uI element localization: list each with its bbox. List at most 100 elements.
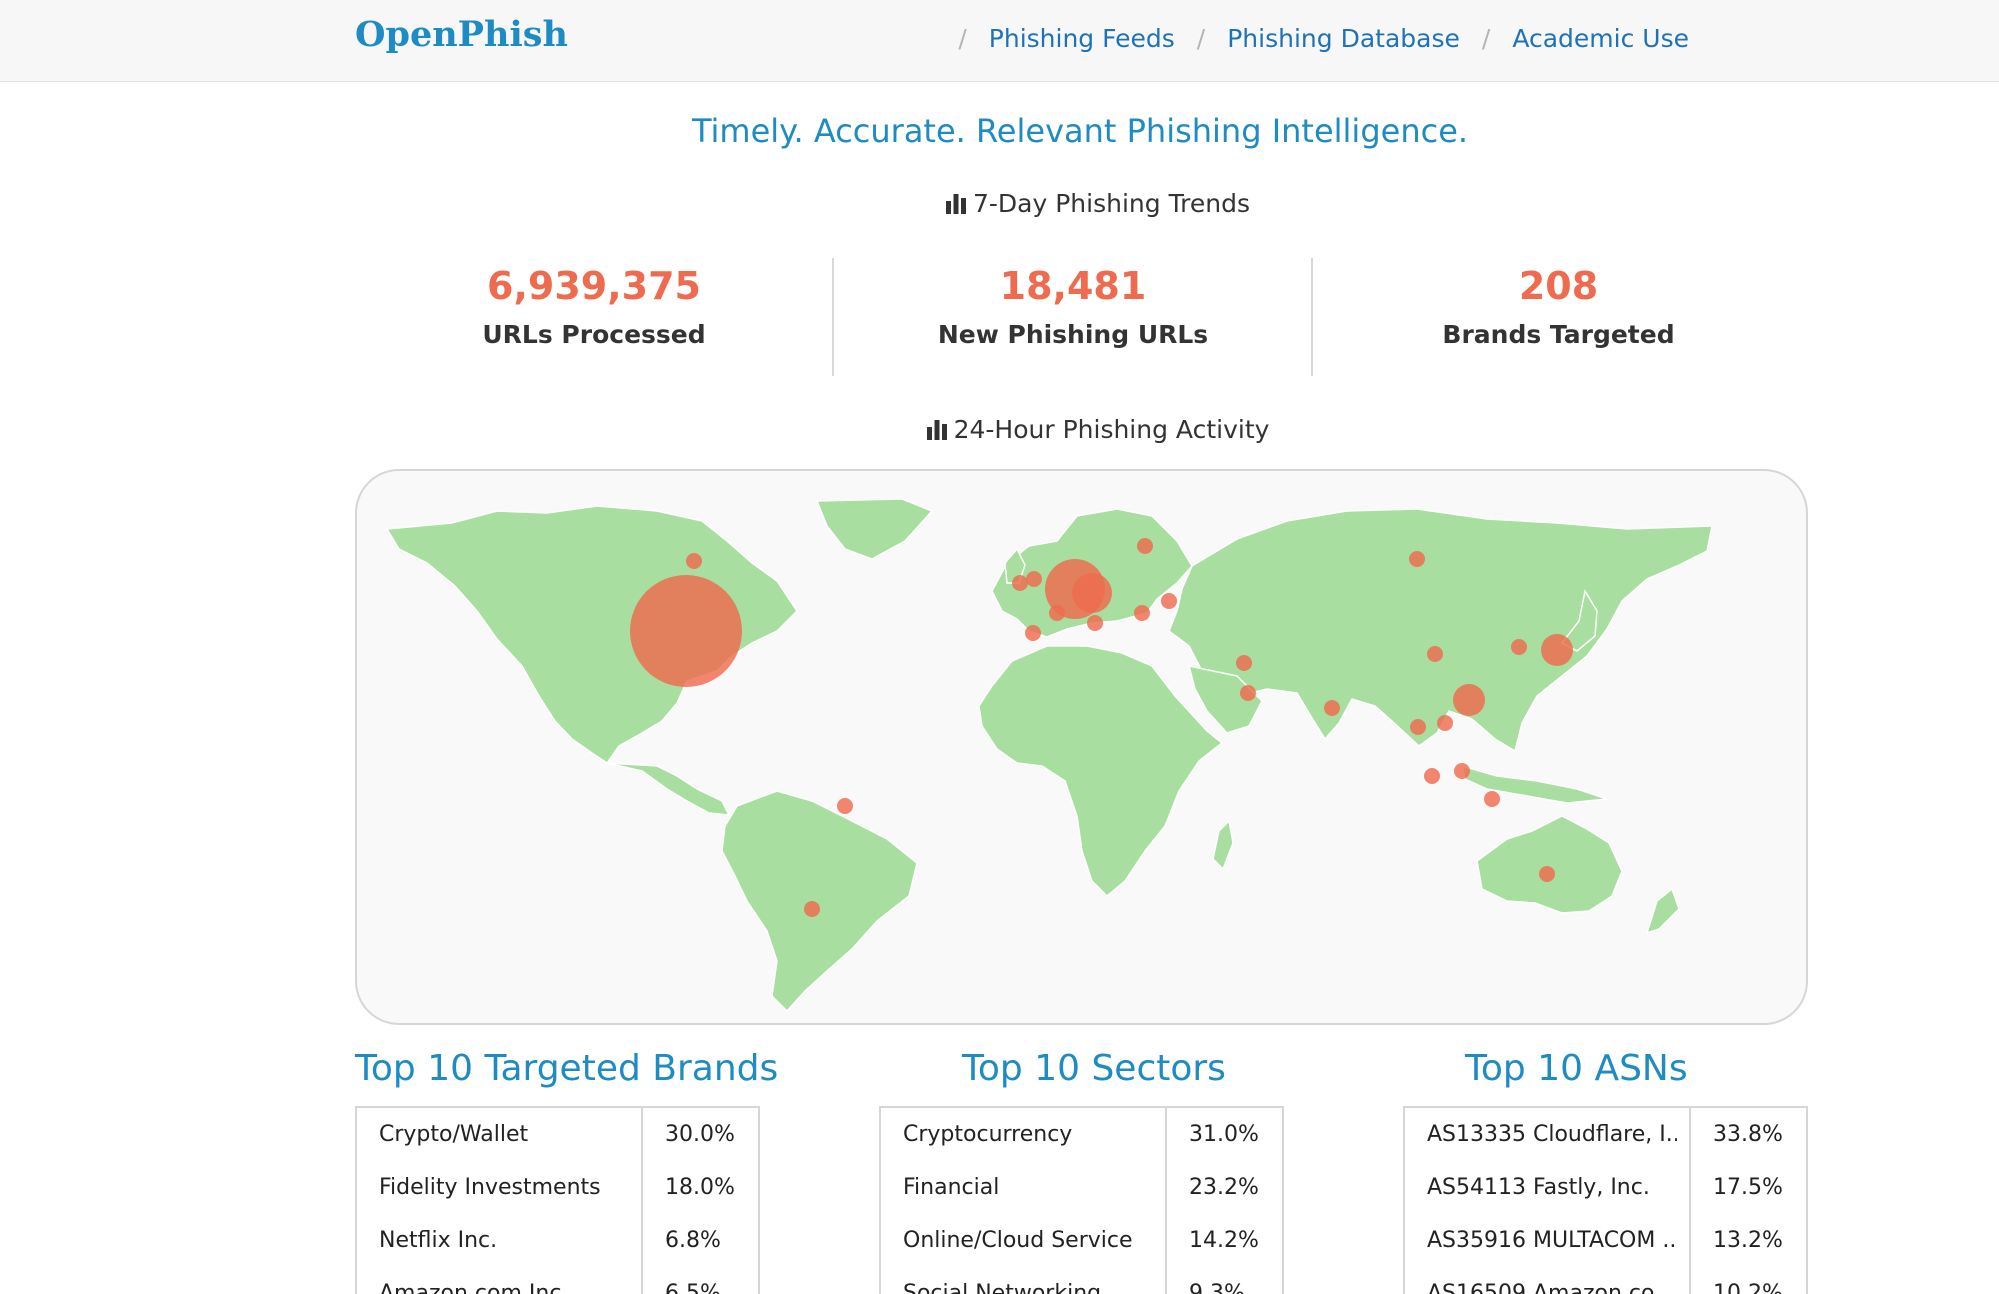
marker-north-america-large — [630, 575, 742, 687]
table-row: AS54113 Fastly, Inc. 17.5% — [1405, 1161, 1806, 1214]
brand-percent: 6.8% — [665, 1228, 721, 1253]
marker-singapore — [1424, 768, 1440, 784]
marker-china — [1427, 646, 1443, 662]
asn-percent: 13.2% — [1713, 1228, 1783, 1253]
trends-heading: 7-Day Phishing Trends — [0, 189, 1999, 218]
marker-india — [1324, 700, 1340, 716]
brand-percent: 30.0% — [665, 1122, 735, 1147]
nav-separator: / — [1196, 23, 1206, 53]
marker-europe-central — [1072, 573, 1112, 613]
marker-italy — [1087, 615, 1103, 631]
phishing-activity-map[interactable] — [355, 469, 1808, 1025]
sector-percent: 31.0% — [1189, 1122, 1259, 1147]
nav-breadcrumb: / Phishing Feeds / Phishing Database / A… — [936, 18, 1689, 58]
stat-new-phishing-urls: 18,481 New Phishing URLs — [834, 258, 1312, 376]
brand-percent: 18.0% — [665, 1175, 735, 1200]
asn-percent: 17.5% — [1713, 1175, 1783, 1200]
sectors-list-title: Top 10 Sectors — [962, 1048, 1226, 1089]
table-row: AS35916 MULTACOM ... 13.2% — [1405, 1214, 1806, 1267]
land-australia — [1476, 815, 1623, 914]
nav-link-phishing-database[interactable]: Phishing Database — [1227, 24, 1460, 53]
asns-list-title: Top 10 ASNs — [1465, 1048, 1688, 1089]
asn-name: AS35916 MULTACOM ... — [1427, 1228, 1677, 1253]
marker-eastern-europe — [1161, 593, 1177, 609]
marker-turkey — [1134, 605, 1150, 621]
marker-south-america — [837, 798, 853, 814]
land-greenland — [815, 498, 934, 560]
table-row: Financial 23.2% — [881, 1161, 1282, 1214]
marker-thailand — [1410, 719, 1426, 735]
marker-uk — [1012, 575, 1028, 591]
marker-canada — [686, 553, 702, 569]
stat-label: Brands Targeted — [1442, 320, 1675, 349]
page-tagline: Timely. Accurate. Relevant Phishing Inte… — [691, 112, 1469, 150]
land-madagascar — [1212, 819, 1234, 871]
asn-name: AS54113 Fastly, Inc. — [1427, 1175, 1650, 1200]
marker-france — [1049, 605, 1065, 621]
bar-chart-icon — [945, 194, 966, 214]
sector-name: Social Networking — [903, 1281, 1102, 1294]
brand-name: Amazon.com Inc. — [379, 1281, 569, 1294]
marker-australia — [1539, 866, 1555, 882]
activity-heading: 24-Hour Phishing Activity — [0, 415, 1999, 444]
brand-logo-link[interactable]: OpenPhish — [355, 14, 568, 55]
table-row: Online/Cloud Service 14.2% — [881, 1214, 1282, 1267]
sector-name: Online/Cloud Service — [903, 1228, 1133, 1253]
asn-name: AS13335 Cloudflare, I... — [1427, 1122, 1677, 1147]
stat-value: 208 — [1518, 264, 1599, 308]
top-navbar: OpenPhish / Phishing Feeds / Phishing Da… — [0, 0, 1999, 82]
marker-vietnam — [1437, 715, 1453, 731]
marker-russia — [1409, 551, 1425, 567]
table-row: Cryptocurrency 31.0% — [881, 1108, 1282, 1161]
sectors-table: Cryptocurrency 31.0% Financial 23.2% Onl… — [879, 1106, 1284, 1294]
land-southeast-asia-islands — [1460, 764, 1608, 804]
sector-percent: 23.2% — [1189, 1175, 1259, 1200]
table-row: Netflix Inc. 6.8% — [357, 1214, 758, 1267]
stat-brands-targeted: 208 Brands Targeted — [1313, 258, 1804, 376]
asn-percent: 33.8% — [1713, 1122, 1783, 1147]
stat-value: 6,939,375 — [487, 264, 701, 308]
brand-name: Fidelity Investments — [379, 1175, 601, 1200]
nav-link-academic-use[interactable]: Academic Use — [1512, 24, 1689, 53]
sector-name: Financial — [903, 1175, 1000, 1200]
stat-label: New Phishing URLs — [937, 320, 1209, 349]
table-row: Crypto/Wallet 30.0% — [357, 1108, 758, 1161]
marker-spain — [1025, 625, 1041, 641]
stat-value: 18,481 — [999, 264, 1147, 308]
asn-percent: 10.2% — [1713, 1281, 1783, 1294]
brands-table: Crypto/Wallet 30.0% Fidelity Investments… — [355, 1106, 760, 1294]
asns-table: AS13335 Cloudflare, I... 33.8% AS54113 F… — [1403, 1106, 1808, 1294]
trend-stats: 6,939,375 URLs Processed 18,481 New Phis… — [355, 258, 1804, 376]
table-row: Fidelity Investments 18.0% — [357, 1161, 758, 1214]
land-africa — [978, 645, 1224, 898]
brand-name: Crypto/Wallet — [379, 1122, 529, 1147]
stat-urls-processed: 6,939,375 URLs Processed — [355, 258, 833, 376]
sector-percent: 14.2% — [1189, 1228, 1259, 1253]
marker-uae — [1240, 685, 1256, 701]
land-central-america — [606, 762, 731, 816]
land-new-zealand — [1645, 887, 1680, 935]
sector-name: Cryptocurrency — [903, 1122, 1073, 1147]
asn-name: AS16509 Amazon.co... — [1427, 1281, 1676, 1294]
brands-list-title: Top 10 Targeted Brands — [355, 1048, 779, 1089]
table-row: Amazon.com Inc. 6.5% — [357, 1267, 758, 1294]
marker-indonesia — [1484, 791, 1500, 807]
marker-malaysia — [1454, 763, 1470, 779]
nav-link-phishing-feeds[interactable]: Phishing Feeds — [989, 24, 1175, 53]
nav-separator: / — [958, 23, 967, 53]
brand-name: Netflix Inc. — [379, 1228, 498, 1253]
activity-heading-text: 24-Hour Phishing Activity — [953, 415, 1270, 444]
brand-percent: 6.5% — [665, 1281, 721, 1294]
marker-hong-kong — [1453, 684, 1485, 716]
world-map-svg — [385, 498, 1713, 1013]
table-row: AS13335 Cloudflare, I... 33.8% — [1405, 1108, 1806, 1161]
marker-japan — [1541, 634, 1573, 666]
table-row: AS16509 Amazon.co... 10.2% — [1405, 1267, 1806, 1294]
marker-korea — [1511, 639, 1527, 655]
trends-heading-text: 7-Day Phishing Trends — [972, 189, 1251, 218]
stat-label: URLs Processed — [482, 320, 706, 349]
land-south-america — [721, 790, 918, 1013]
bar-chart-icon — [926, 420, 947, 440]
marker-south-america-south — [804, 901, 820, 917]
sector-percent: 9.3% — [1189, 1281, 1245, 1294]
